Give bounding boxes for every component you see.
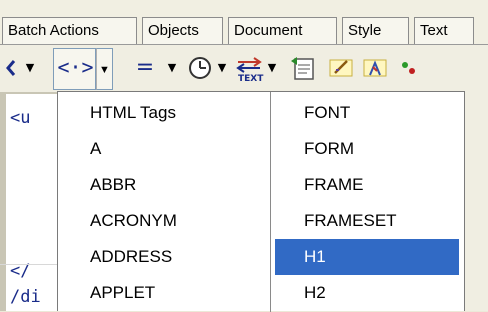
chevron-down-icon: ▼ [99,64,110,76]
edit-icon[interactable] [326,53,356,83]
menu-item-html-tags[interactable]: HTML Tags [90,95,176,131]
chevron-down-icon[interactable]: ▼ [266,53,278,83]
menu-item-form[interactable]: FORM [304,131,354,167]
dots-icon[interactable] [398,53,418,83]
divider [0,92,58,94]
tag-chooser-button[interactable]: <·> [53,48,96,90]
tab-objects[interactable]: Objects [142,17,223,44]
chevron-down-icon[interactable]: ▼ [166,53,178,83]
background-panel [465,91,488,311]
text-color-icon[interactable]: TEXT [234,53,264,84]
tab-text[interactable]: Text [414,17,474,44]
code-editor[interactable]: <u </ /di [0,94,58,311]
code-line: /di [10,287,41,307]
divider [0,264,58,265]
menu-item-font[interactable]: FONT [304,95,350,131]
menu-item-frame[interactable]: FRAME [304,167,364,203]
page-icon[interactable] [288,53,318,83]
tag-menu: HTML Tags A ABBR ACRONYM ADDRESS APPLET … [57,91,465,312]
menu-item-h1[interactable]: H1 [275,239,459,275]
clock-icon[interactable] [186,53,214,83]
chevron-down-icon[interactable]: ▼ [24,53,36,83]
chevron-down-icon[interactable]: ▼ [216,53,228,83]
partial-icon[interactable] [4,53,18,83]
menu-item-abbr[interactable]: ABBR [90,167,136,203]
menu-item-address[interactable]: ADDRESS [90,239,172,275]
svg-text:TEXT: TEXT [238,74,264,83]
menu-item-acronym[interactable]: ACRONYM [90,203,177,239]
column-divider [270,92,271,312]
tab-batch-actions[interactable]: Batch Actions [2,17,137,44]
tab-bar: Batch Actions Objects Document Style Tex… [0,0,488,45]
tab-document[interactable]: Document [228,17,337,44]
equals-icon[interactable]: = [130,53,160,83]
menu-item-h2[interactable]: H2 [304,275,326,311]
menu-item-applet[interactable]: APPLET [90,275,155,311]
tag-icon: <·> [57,55,94,79]
tag-chooser-dropdown[interactable]: ▼ [96,48,113,90]
editor-gutter [0,94,6,311]
code-line: <u [10,108,31,128]
menu-item-frameset[interactable]: FRAMESET [304,203,397,239]
user-icon[interactable] [360,53,390,83]
menu-item-a[interactable]: A [90,131,101,167]
tab-style[interactable]: Style [342,17,409,44]
